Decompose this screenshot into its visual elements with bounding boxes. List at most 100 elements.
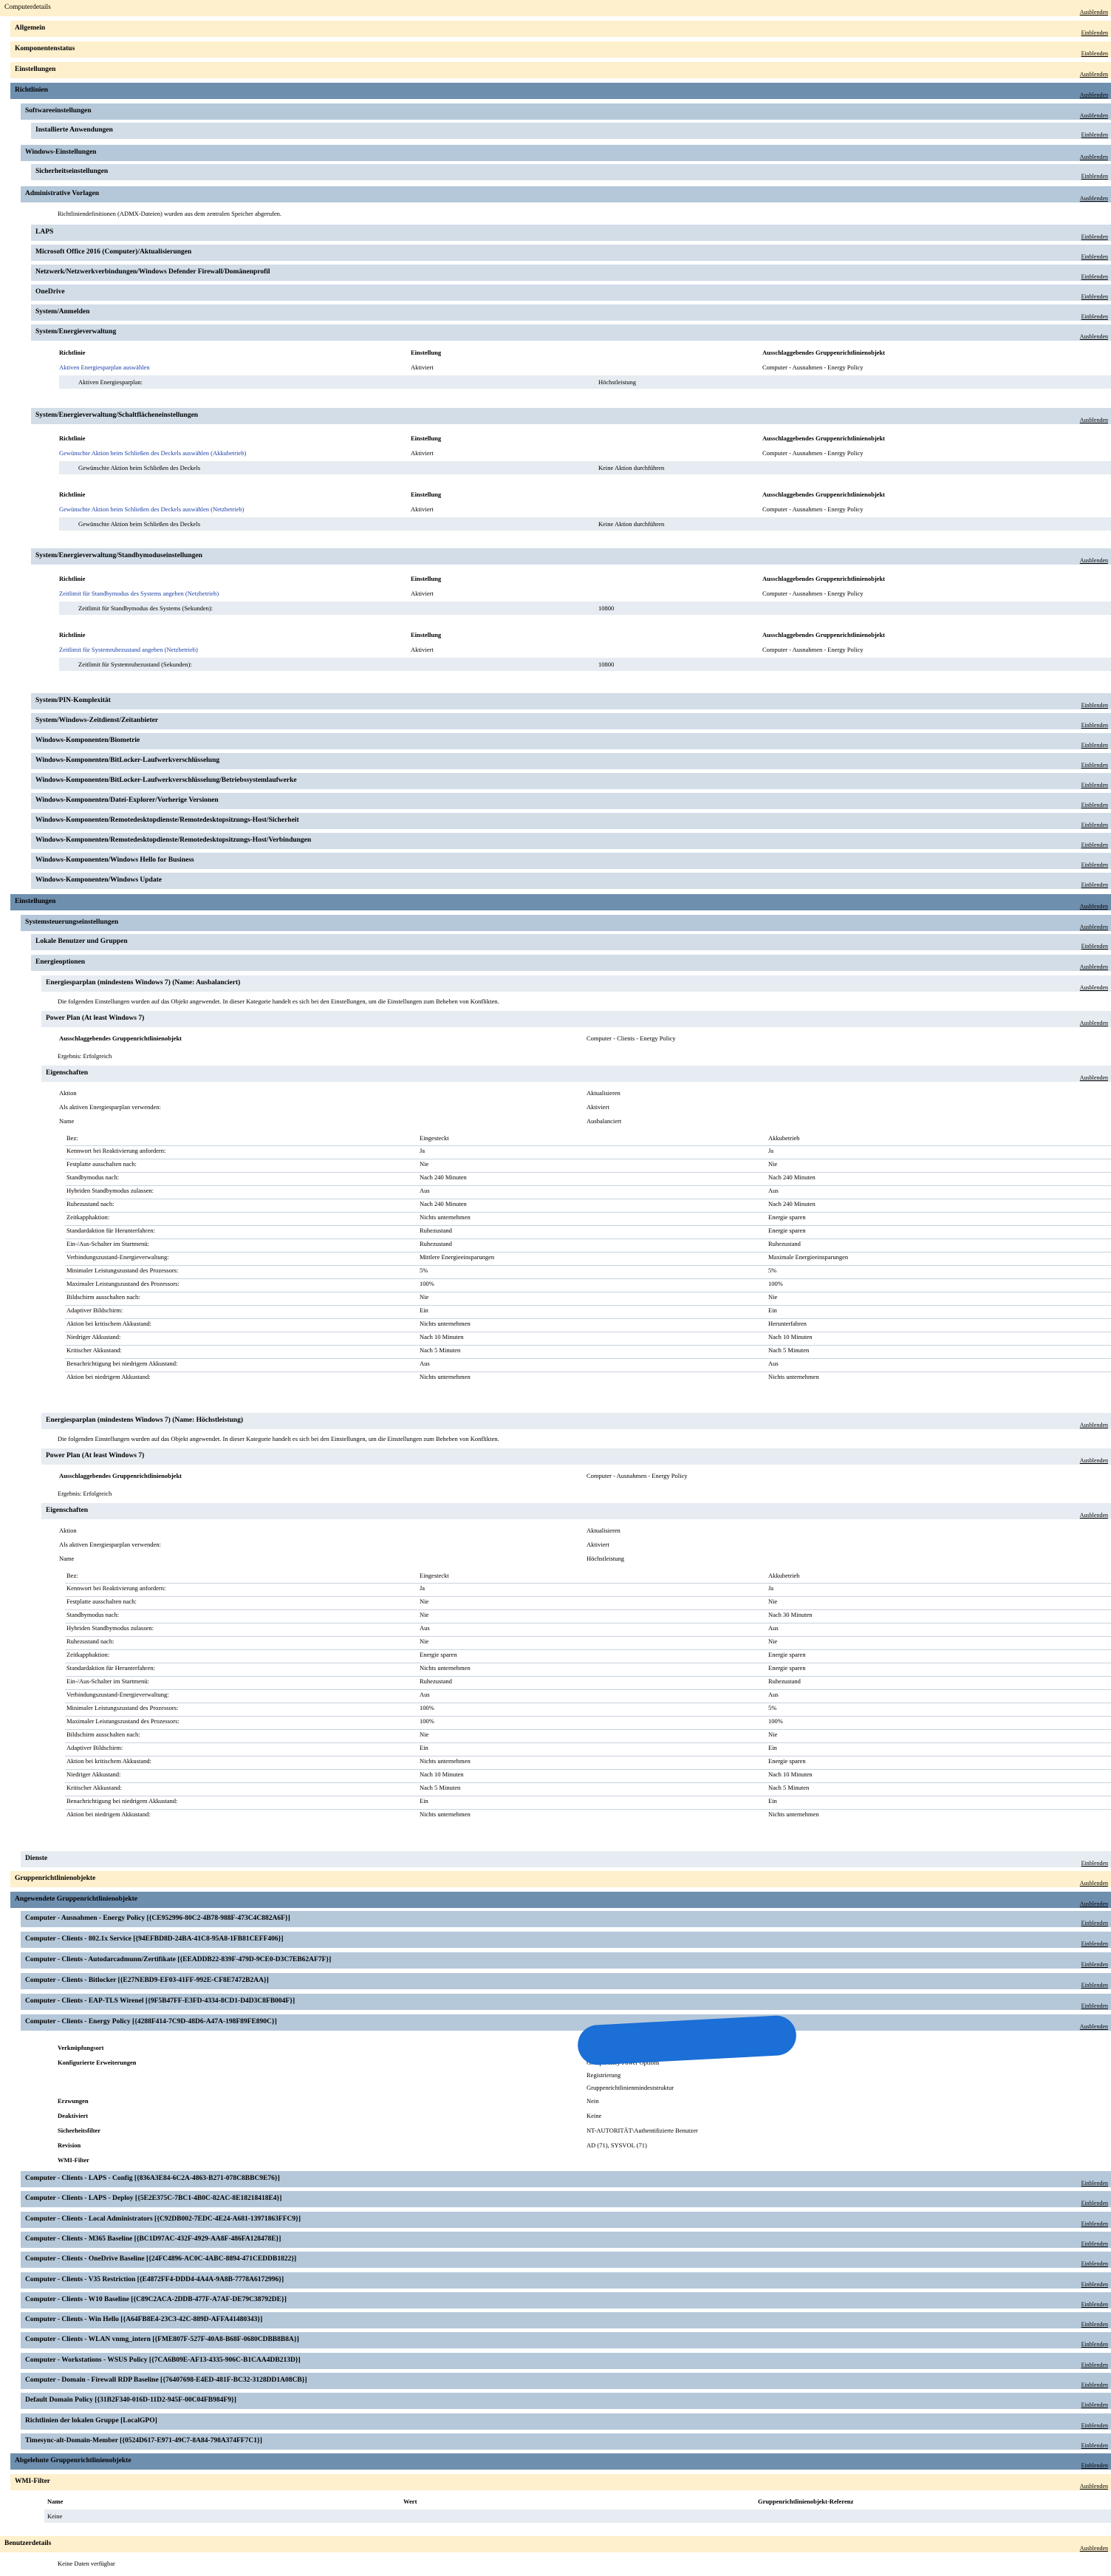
gpo-item[interactable]: Computer - Clients - 802.1x Service [{94… bbox=[21, 1932, 1111, 1948]
adm-section[interactable]: Windows-Komponenten/Biometrie Einblenden bbox=[31, 733, 1111, 749]
adm-section[interactable]: Windows-Komponenten/Datei-Explorer/Vorhe… bbox=[31, 793, 1111, 809]
toggle-link[interactable]: Einblenden bbox=[1081, 742, 1108, 749]
adm-section[interactable]: Windows-Komponenten/Remotedesktopdienste… bbox=[31, 833, 1111, 849]
section-computerdetails[interactable]: Computerdetails Ausblenden bbox=[0, 0, 1111, 16]
toggle-link[interactable]: Einblenden bbox=[1081, 2402, 1108, 2408]
adm-section[interactable]: LAPS Einblenden bbox=[31, 225, 1111, 241]
toggle-link[interactable]: Ausblenden bbox=[1080, 1422, 1108, 1428]
toggle-link[interactable]: Einblenden bbox=[1081, 842, 1108, 848]
toggle-link[interactable]: Einblenden bbox=[1081, 2321, 1108, 2328]
section-allgemein[interactable]: Allgemein Einblenden bbox=[10, 21, 1111, 37]
adm-section[interactable]: Netzwerk/Netzwerkverbindungen/Windows De… bbox=[31, 265, 1111, 281]
toggle-link[interactable]: Einblenden bbox=[1081, 1920, 1108, 1926]
toggle-link[interactable]: Ausblenden bbox=[1080, 2545, 1108, 2552]
services-header[interactable]: Dienste Einblenden bbox=[21, 1851, 1111, 1867]
toggle-link[interactable]: Ausblenden bbox=[1080, 903, 1108, 910]
adm-section[interactable]: Windows-Komponenten/Remotedesktopdienste… bbox=[31, 813, 1111, 829]
pref-section[interactable]: Energieoptionen Ausblenden bbox=[31, 955, 1111, 971]
toggle-link[interactable]: Ausblenden bbox=[1080, 112, 1108, 119]
pref-section[interactable]: Systemsteuerungseinstellungen Ausblenden bbox=[21, 915, 1111, 931]
section-sicherheitseinstellungen[interactable]: Sicherheitseinstellungen Einblenden bbox=[31, 164, 1111, 180]
toggle-link[interactable]: Ausblenden bbox=[1080, 154, 1108, 160]
toggle-link[interactable]: Ausblenden bbox=[1080, 557, 1108, 564]
gpo-item[interactable]: Computer - Clients - LAPS - Config [{836… bbox=[21, 2171, 1111, 2187]
toggle-link[interactable]: Einblenden bbox=[1081, 2200, 1108, 2207]
section-softwareeinstellungen[interactable]: Softwareeinstellungen Ausblenden bbox=[21, 103, 1111, 120]
toggle-link[interactable]: Ausblenden bbox=[1080, 71, 1108, 78]
adm-section[interactable]: Windows-Komponenten/BitLocker-Laufwerkve… bbox=[31, 753, 1111, 769]
adm-section[interactable]: System/Anmelden Einblenden bbox=[31, 304, 1111, 321]
toggle-link[interactable]: Einblenden bbox=[1081, 1940, 1108, 1947]
toggle-link[interactable]: Ausblenden bbox=[1080, 984, 1108, 991]
toggle-link[interactable]: Einblenden bbox=[1081, 2301, 1108, 2308]
toggle-link[interactable]: Ausblenden bbox=[1080, 1457, 1108, 1464]
toggle-link[interactable]: Einblenden bbox=[1081, 762, 1108, 769]
toggle-link[interactable]: Einblenden bbox=[1081, 2003, 1108, 2009]
toggle-link[interactable]: Einblenden bbox=[1081, 2422, 1108, 2429]
toggle-link[interactable]: Einblenden bbox=[1081, 1860, 1108, 1867]
toggle-link[interactable]: Ausblenden bbox=[1080, 92, 1108, 98]
toggle-link[interactable]: Einblenden bbox=[1081, 2241, 1108, 2247]
section-richtlinien[interactable]: Richtlinien Ausblenden bbox=[10, 83, 1111, 99]
toggle-link[interactable]: Ausblenden bbox=[1080, 417, 1108, 423]
toggle-link[interactable]: Einblenden bbox=[1081, 882, 1108, 888]
toggle-link[interactable]: Einblenden bbox=[1081, 2180, 1108, 2187]
adm-section[interactable]: OneDrive Einblenden bbox=[31, 284, 1111, 301]
toggle-link[interactable]: Einblenden bbox=[1081, 2281, 1108, 2288]
energy-plan-header[interactable]: Energiesparplan (mindestens Windows 7) (… bbox=[41, 975, 1111, 992]
toggle-link[interactable]: Ausblenden bbox=[1080, 2483, 1108, 2490]
button-settings-header[interactable]: System/Energieverwaltung/Schaltflächenei… bbox=[31, 408, 1111, 424]
toggle-link[interactable]: Einblenden bbox=[1081, 702, 1108, 709]
section-einstellungen[interactable]: Einstellungen Ausblenden bbox=[10, 62, 1111, 78]
toggle-link[interactable]: Einblenden bbox=[1081, 2221, 1108, 2227]
section-windows-einstellungen[interactable]: Windows-Einstellungen Ausblenden bbox=[21, 145, 1111, 161]
toggle-link[interactable]: Ausblenden bbox=[1080, 964, 1108, 970]
user-details-header[interactable]: Benutzerdetails Ausblenden bbox=[0, 2536, 1111, 2552]
toggle-link[interactable]: Einblenden bbox=[1081, 722, 1108, 729]
standby-settings-header[interactable]: System/Energieverwaltung/Standbymodusein… bbox=[31, 548, 1111, 565]
section-installierte-anwendungen[interactable]: Installierte Anwendungen Einblenden bbox=[31, 123, 1111, 139]
gpo-item[interactable]: Computer - Clients - Win Hello [{A64FB8E… bbox=[21, 2312, 1111, 2329]
toggle-link[interactable]: Einblenden bbox=[1081, 2260, 1108, 2267]
power-plan-header[interactable]: Power Plan (At least Windows 7) Ausblende… bbox=[41, 1011, 1111, 1027]
toggle-link[interactable]: Ausblenden bbox=[1080, 1074, 1108, 1081]
adm-section[interactable]: System/PIN-Komplexität Einblenden bbox=[31, 693, 1111, 709]
energy-policy-link[interactable]: Aktiven Energiesparplan auswählen bbox=[59, 364, 150, 371]
gpo-item[interactable]: Computer - Clients - OneDrive Baseline [… bbox=[21, 2252, 1111, 2269]
properties-header[interactable]: Eigenschaften Ausblenden bbox=[41, 1503, 1111, 1519]
toggle-link[interactable]: Ausblenden bbox=[1080, 1020, 1108, 1026]
policy-link[interactable]: Gewünschte Aktion beim Schließen des Dec… bbox=[59, 505, 244, 513]
section-komponentenstatus[interactable]: Komponentenstatus Einblenden bbox=[10, 41, 1111, 58]
toggle-link[interactable]: Einblenden bbox=[1081, 313, 1108, 320]
toggle-link[interactable]: Einblenden bbox=[1081, 2341, 1108, 2348]
gpo-item[interactable]: Computer - Clients - Bitlocker [{E27NEBD… bbox=[21, 1973, 1111, 1989]
toggle-link[interactable]: Einblenden bbox=[1081, 2362, 1108, 2368]
toggle-link[interactable]: Einblenden bbox=[1081, 782, 1108, 788]
toggle-link[interactable]: Einblenden bbox=[1081, 1961, 1108, 1968]
gpo-item[interactable]: Computer - Clients - Autodarcadmunn/Zert… bbox=[21, 1952, 1111, 1969]
toggle-link[interactable]: Ausblenden bbox=[1080, 2023, 1108, 2030]
toggle-link[interactable]: Einblenden bbox=[1081, 293, 1108, 300]
gpo-item[interactable]: Computer - Clients - Energy Policy [{428… bbox=[21, 2014, 1111, 2031]
toggle-link[interactable]: Einblenden bbox=[1081, 943, 1108, 950]
gpo-item[interactable]: Computer - Domain - Firewall RDP Baselin… bbox=[21, 2373, 1111, 2389]
toggle-link[interactable]: Einblenden bbox=[1081, 2462, 1108, 2469]
policy-link[interactable]: Zeitlimit für Standbymodus des Systems a… bbox=[59, 590, 219, 597]
toggle-link[interactable]: Einblenden bbox=[1081, 173, 1108, 180]
toggle-link[interactable]: Einblenden bbox=[1081, 30, 1108, 36]
toggle-link[interactable]: Ausblenden bbox=[1080, 333, 1108, 340]
toggle-link[interactable]: Ausblenden bbox=[1080, 195, 1108, 202]
gpo-item[interactable]: Computer - Clients - M365 Baseline [{BC1… bbox=[21, 2231, 1111, 2248]
policy-link[interactable]: Zeitlimit für Systemruhezustand angeben … bbox=[59, 646, 198, 653]
gpo-item[interactable]: Richtlinien der lokalen Gruppe [LocalGPO… bbox=[21, 2413, 1111, 2430]
gpo-item[interactable]: Computer - Clients - WLAN vnmg_intern [{… bbox=[21, 2332, 1111, 2349]
energy-plan-header[interactable]: Energiesparplan (mindestens Windows 7) (… bbox=[41, 1413, 1111, 1429]
power-plan-header[interactable]: Power Plan (At least Windows 7) Ausblende… bbox=[41, 1448, 1111, 1465]
toggle-link[interactable]: Einblenden bbox=[1081, 822, 1108, 828]
toggle-link[interactable]: Einblenden bbox=[1081, 2442, 1108, 2449]
adm-section[interactable]: Windows-Komponenten/Windows Update Einble… bbox=[31, 873, 1111, 889]
adm-section[interactable]: Windows-Komponenten/BitLocker-Laufwerkve… bbox=[31, 773, 1111, 789]
pref-section[interactable]: Lokale Benutzer und Gruppen Einblenden bbox=[31, 934, 1111, 950]
gpo-item[interactable]: Default Domain Policy [{31B2F340-016D-11… bbox=[21, 2393, 1111, 2410]
policy-link[interactable]: Gewünschte Aktion beim Schließen des Dec… bbox=[59, 449, 246, 457]
